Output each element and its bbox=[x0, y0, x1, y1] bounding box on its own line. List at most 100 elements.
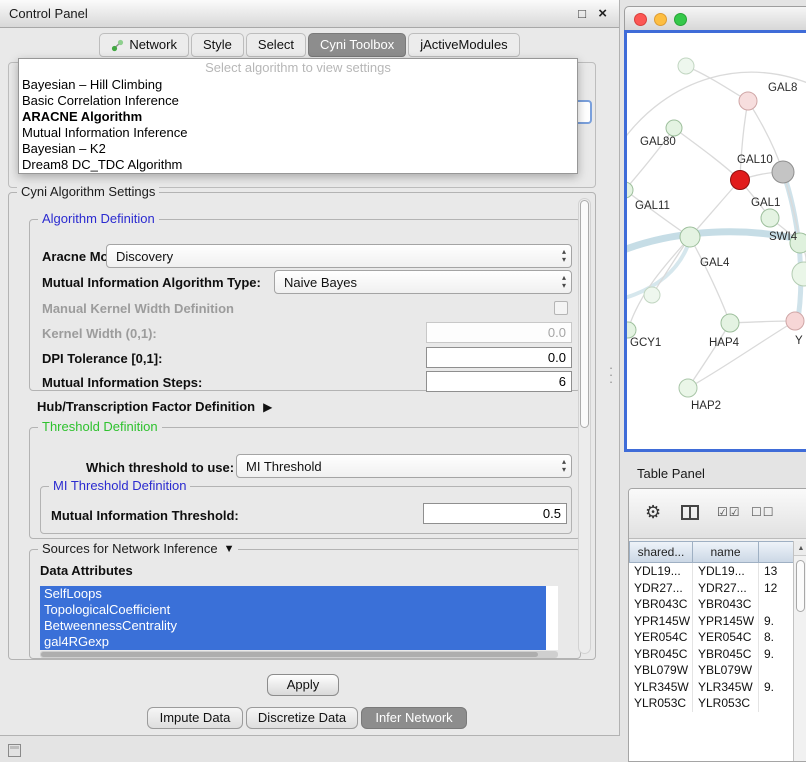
table-row[interactable]: YER054C YER054C 8. bbox=[629, 629, 806, 646]
table-row[interactable]: YBR043C YBR043C bbox=[629, 596, 806, 613]
column-header-shared-name[interactable]: shared... bbox=[629, 541, 693, 563]
dropdown-item[interactable]: Bayesian – Hill Climbing bbox=[19, 77, 577, 93]
deselect-all-icon[interactable]: ☐☐ bbox=[751, 505, 775, 519]
kernel-width-input[interactable] bbox=[426, 322, 572, 343]
table-scrollbar-thumb[interactable] bbox=[796, 560, 805, 612]
float-window-icon[interactable]: □ bbox=[578, 6, 586, 21]
tab-network[interactable]: Network bbox=[99, 33, 189, 57]
mi-type-label: Mutual Information Algorithm Type: bbox=[42, 275, 261, 290]
table-scrollbar[interactable]: ▲ bbox=[793, 541, 806, 761]
dropdown-item[interactable]: Mutual Information Inference bbox=[19, 125, 577, 141]
table-body: YDL19... YDL19... 13 YDR27... YDR27... 1… bbox=[629, 563, 806, 761]
scroll-up-icon[interactable]: ▲ bbox=[794, 541, 806, 556]
cell: YBR045C bbox=[693, 646, 759, 663]
minimized-panel-icon[interactable] bbox=[8, 744, 21, 757]
close-traffic-icon[interactable] bbox=[634, 13, 647, 26]
network-node[interactable] bbox=[627, 322, 636, 338]
columns-icon[interactable] bbox=[681, 505, 699, 525]
mi-threshold-input[interactable] bbox=[423, 503, 567, 524]
network-node[interactable] bbox=[678, 58, 694, 74]
cell: 9. bbox=[759, 646, 795, 663]
tab-select[interactable]: Select bbox=[246, 33, 306, 57]
cell: YLR053C bbox=[693, 695, 759, 712]
dropdown-item[interactable]: Basic Correlation Inference bbox=[19, 93, 577, 109]
tab-style[interactable]: Style bbox=[191, 33, 244, 57]
mi-type-value: Naive Bayes bbox=[284, 275, 357, 290]
table-row[interactable]: YDL19... YDL19... 13 bbox=[629, 563, 806, 580]
network-node[interactable] bbox=[761, 209, 779, 227]
network-node[interactable] bbox=[786, 312, 804, 330]
cell: YER054C bbox=[629, 629, 693, 646]
panel-splitter-grip[interactable]: ··· bbox=[606, 364, 616, 386]
cell: YPR145W bbox=[693, 613, 759, 630]
table-row[interactable]: YPR145W YPR145W 9. bbox=[629, 613, 806, 630]
table-panel: ⚙ ☑☑ ☐☐ shared... name YDL19... YDL19...… bbox=[628, 488, 806, 762]
attribute-item-selected[interactable]: BetweennessCentrality bbox=[40, 618, 546, 634]
hub-definition-toggle[interactable]: Hub/Transcription Factor Definition ▶ bbox=[37, 399, 272, 414]
network-node[interactable] bbox=[666, 120, 682, 136]
attribute-item-selected[interactable]: gal4RGexp bbox=[40, 634, 546, 650]
close-icon[interactable]: × bbox=[598, 5, 607, 22]
control-panel-titlebar: Control Panel □ × bbox=[0, 0, 619, 28]
network-node[interactable] bbox=[721, 314, 739, 332]
list-horizontal-scrollbar[interactable] bbox=[40, 651, 558, 658]
window-controls bbox=[634, 13, 687, 26]
table-row[interactable]: YBL079W YBL079W bbox=[629, 662, 806, 679]
manual-kernel-checkbox[interactable] bbox=[554, 301, 568, 315]
collapsed-arrow-icon: ▶ bbox=[263, 400, 272, 414]
network-node-gray[interactable] bbox=[772, 161, 794, 183]
network-node-red[interactable] bbox=[731, 171, 750, 190]
mi-type-combo[interactable]: Naive Bayes ▴▾ bbox=[274, 270, 572, 294]
network-window-titlebar[interactable] bbox=[624, 6, 806, 30]
sources-group-title[interactable]: Sources for Network Inference ▼ bbox=[38, 541, 238, 556]
tab-cyni-toolbox[interactable]: Cyni Toolbox bbox=[308, 33, 406, 57]
cell: 8. bbox=[759, 629, 795, 646]
tab-infer-network[interactable]: Infer Network bbox=[361, 707, 467, 729]
attribute-item-selected[interactable]: SelfLoops bbox=[40, 586, 546, 602]
attribute-item-selected[interactable]: TopologicalCoefficient bbox=[40, 602, 546, 618]
cell: YBL079W bbox=[693, 662, 759, 679]
network-canvas[interactable]: GAL8 GAL80 GAL10 GAL11 GAL1 SWI4 GAL4 GC… bbox=[624, 30, 806, 452]
select-all-icon[interactable]: ☑☑ bbox=[717, 505, 741, 519]
tab-impute-data[interactable]: Impute Data bbox=[147, 707, 243, 729]
cell bbox=[759, 695, 795, 712]
network-node[interactable] bbox=[644, 287, 660, 303]
table-row[interactable]: YBR045C YBR045C 9. bbox=[629, 646, 806, 663]
table-row[interactable]: YLR345W YLR345W 9. bbox=[629, 679, 806, 696]
cell: YER054C bbox=[693, 629, 759, 646]
tab-discretize-data[interactable]: Discretize Data bbox=[246, 707, 358, 729]
network-node[interactable] bbox=[739, 92, 757, 110]
data-attributes-list: SelfLoops TopologicalCoefficient Between… bbox=[40, 586, 558, 650]
dropdown-item-selected[interactable]: ARACNE Algorithm bbox=[19, 109, 577, 125]
cell: YBL079W bbox=[629, 662, 693, 679]
table-row[interactable]: YLR053C YLR053C bbox=[629, 695, 806, 712]
network-node[interactable] bbox=[680, 227, 700, 247]
column-header-partial[interactable] bbox=[759, 541, 795, 563]
zoom-traffic-icon[interactable] bbox=[674, 13, 687, 26]
node-label: HAP4 bbox=[709, 337, 740, 349]
network-node[interactable] bbox=[679, 379, 697, 397]
mi-steps-input[interactable] bbox=[426, 371, 572, 392]
cell: YDL19... bbox=[693, 563, 759, 580]
aracne-mode-combo[interactable]: Discovery ▴▾ bbox=[106, 244, 572, 268]
tab-label: Style bbox=[203, 34, 232, 56]
cell bbox=[759, 662, 795, 679]
which-threshold-combo[interactable]: MI Threshold ▴▾ bbox=[236, 454, 572, 478]
aracne-mode-value: Discovery bbox=[116, 249, 173, 264]
column-header-name[interactable]: name bbox=[693, 541, 759, 563]
dpi-tolerance-input[interactable] bbox=[426, 347, 572, 368]
settings-scrollbar[interactable] bbox=[578, 198, 591, 654]
node-label: GAL11 bbox=[635, 200, 670, 212]
minimize-traffic-icon[interactable] bbox=[654, 13, 667, 26]
network-node[interactable] bbox=[792, 262, 806, 286]
control-panel: Control Panel □ × Network Style Select C… bbox=[0, 0, 620, 736]
table-row[interactable]: YDR27... YDR27... 12 bbox=[629, 580, 806, 597]
settings-scrollbar-thumb[interactable] bbox=[580, 200, 589, 428]
cell: YDL19... bbox=[629, 563, 693, 580]
dropdown-item[interactable]: Dream8 DC_TDC Algorithm bbox=[19, 157, 577, 173]
gear-icon[interactable]: ⚙ bbox=[645, 502, 661, 523]
tab-jactivemodules[interactable]: jActiveModules bbox=[408, 33, 519, 57]
node-label: GCY1 bbox=[630, 337, 661, 349]
apply-button[interactable]: Apply bbox=[267, 674, 339, 696]
dropdown-item[interactable]: Bayesian – K2 bbox=[19, 141, 577, 157]
